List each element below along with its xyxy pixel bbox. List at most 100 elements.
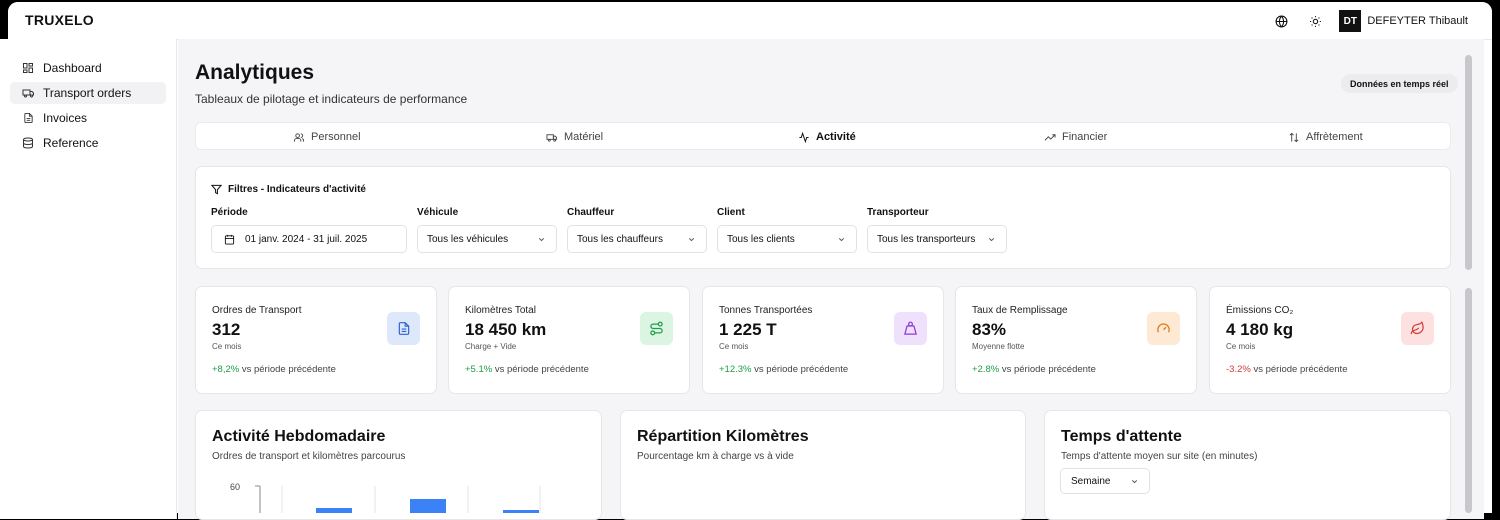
bar-mark [316,508,352,513]
kpi-delta-text: vs période précédente [1253,364,1348,375]
brand-logo[interactable]: TRUXELO [25,12,94,28]
km-chart-title: Répartition Kilomètres [637,428,809,445]
kpi-sub: Charge + Vide [465,342,517,351]
wait-chart-subtitle: Temps d'attente moyen sur site (en minut… [1061,451,1258,462]
tab-label: Affrètement [1306,131,1363,143]
scrollbar-thumb[interactable] [1465,288,1472,513]
sidebar-item-invoices[interactable]: Invoices [10,107,166,129]
sidebar: Dashboard Transport orders Invoices Refe… [0,39,177,519]
sidebar-item-dashboard[interactable]: Dashboard [10,57,166,79]
analytics-tabs: Personnel Matériel Activité Financier Af… [195,122,1451,150]
kpi-delta-value: +2.8% [972,364,1000,375]
kpi-delta: +5.1% vs période précédente [465,364,589,375]
chevron-down-icon [687,235,696,247]
sun-icon[interactable] [1303,10,1327,32]
vehicule-value: Tous les véhicules [427,233,509,245]
chevron-down-icon [537,235,546,247]
weekly-chart: 60 [230,482,541,513]
kpi-sub: Ce mois [719,342,749,351]
kpi-label: Kilomètres Total [465,305,536,316]
sidebar-item-label: Dashboard [43,61,102,75]
periode-label: Période [211,207,248,218]
document-icon [21,111,35,125]
kpi-delta-text: vs période précédente [494,364,589,375]
kpi-delta: +2.8% vs période précédente [972,364,1096,375]
kpi-delta: +8,2% vs période précédente [212,364,336,375]
kpi-label: Émissions CO₂ [1226,305,1294,316]
chauffeur-label: Chauffeur [567,207,615,218]
filter-icon [211,184,222,195]
sidebar-item-label: Reference [43,136,99,150]
page-title: Analytiques [195,61,315,84]
kpi-sub: Moyenne flotte [972,342,1025,351]
truck-icon [21,86,35,100]
scrollbar-thumb-top[interactable] [1465,55,1472,270]
kpi-label: Taux de Remplissage [972,305,1068,316]
kpi-label: Tonnes Transportées [719,305,813,316]
route-icon [640,312,673,345]
kpi-sub: Ce mois [212,342,242,351]
weekly-chart-title: Activité Hebdomadaire [212,428,386,445]
tab-label: Matériel [564,131,604,143]
chauffeur-select[interactable]: Tous les chauffeurs [567,225,707,253]
periode-value: 01 janv. 2024 - 31 juil. 2025 [245,233,368,245]
activity-icon [798,131,810,143]
top-bar: TRUXELO DT DEFEYTER Thibault [8,2,1492,40]
sidebar-item-transport-orders[interactable]: Transport orders [10,82,166,104]
sidebar-item-reference[interactable]: Reference [10,132,166,154]
top-bar-actions: DT DEFEYTER Thibault [1259,10,1468,32]
kpi-delta-value: -3.2% [1226,364,1251,375]
chauffeur-value: Tous les chauffeurs [577,233,663,245]
leaf-icon [1401,312,1434,345]
transporteur-value: Tous les transporteurs [877,233,976,245]
period-select-value: Semaine [1071,475,1111,487]
kpi-delta-text: vs période précédente [241,364,336,375]
avatar[interactable]: DT [1339,10,1362,32]
transporteur-label: Transporteur [867,207,929,218]
database-icon [21,136,35,150]
client-value: Tous les clients [727,233,795,245]
chart-card-wait [1044,410,1451,520]
filters-card [195,166,1451,269]
tab-activite[interactable]: Activité [798,123,856,151]
y-tick-label: 60 [230,482,240,492]
weight-icon [894,312,927,345]
kpi-sub: Ce mois [1226,342,1256,351]
tab-materiel[interactable]: Matériel [546,123,603,151]
filters-title: Filtres - Indicateurs d'activité [211,184,366,195]
truck-icon [546,132,558,143]
client-select[interactable]: Tous les clients [717,225,857,253]
tab-financier[interactable]: Financier [1044,123,1107,151]
vehicule-select[interactable]: Tous les véhicules [417,225,557,253]
transporteur-select[interactable]: Tous les transporteurs [867,225,1007,253]
tab-personnel[interactable]: Personnel [293,123,361,151]
kpi-label: Ordres de Transport [212,305,302,316]
page-subtitle: Tableaux de pilotage et indicateurs de p… [195,92,468,106]
kpi-delta-text: vs période précédente [1001,364,1096,375]
weekly-chart-subtitle: Ordres de transport et kilomètres parcou… [212,451,406,462]
globe-icon[interactable] [1269,10,1293,32]
client-label: Client [717,207,745,218]
kpi-value: 18 450 km [465,320,547,339]
document-icon [387,312,420,345]
km-chart-subtitle: Pourcentage km à charge vs à vide [637,451,794,462]
gauge-icon [1147,312,1180,345]
tab-label: Activité [816,131,856,143]
period-select[interactable]: Semaine [1060,468,1150,494]
kpi-value: 312 [212,320,241,339]
filters-title-text: Filtres - Indicateurs d'activité [228,184,366,195]
users-icon [293,132,305,143]
kpi-value: 1 225 T [719,320,777,339]
tab-label: Personnel [311,131,361,143]
tab-affretement[interactable]: Affrètement [1288,123,1363,151]
realtime-badge: Données en temps réel [1341,74,1458,93]
calendar-icon [224,234,235,245]
kpi-delta: -3.2% vs période précédente [1226,364,1347,375]
vehicule-label: Véhicule [417,207,459,218]
trending-up-icon [1044,132,1056,143]
periode-date-picker[interactable]: 01 janv. 2024 - 31 juil. 2025 [211,225,407,253]
chevron-down-icon [987,235,996,247]
grid-icon [21,61,35,75]
chevron-down-icon [837,235,846,247]
user-name[interactable]: DEFEYTER Thibault [1367,15,1468,27]
